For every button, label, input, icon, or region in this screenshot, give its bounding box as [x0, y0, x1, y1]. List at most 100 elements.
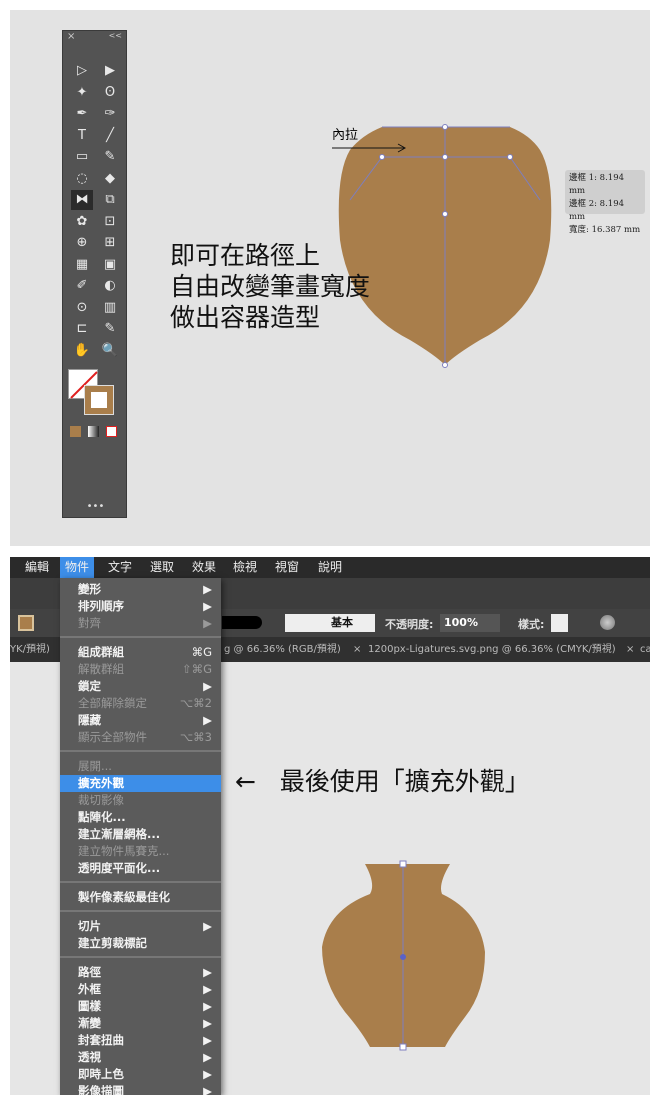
- tool-icon[interactable]: ⊙: [71, 298, 93, 318]
- tool-icon[interactable]: ◆: [99, 169, 121, 189]
- menu-item[interactable]: 組成群組 ⌘G: [60, 644, 221, 661]
- bottom-screenshot-panel: 編輯 物件 文字 選取 效果 檢視 視窗 說明 基本 不透明度: 100% 樣式: YK/預視…: [10, 557, 650, 1095]
- menu-item[interactable]: 裁切影像: [60, 792, 221, 809]
- submenu-arrow-icon: ▶: [203, 599, 212, 613]
- tooltip-line: 邊框 1: 8.194 mm: [569, 173, 625, 196]
- menu-7[interactable]: 說明: [313, 557, 347, 578]
- gradient-mode-icon[interactable]: [88, 426, 99, 437]
- tool-icon[interactable]: ◌: [71, 169, 93, 189]
- menu-item[interactable]: 建立剪裁標記: [60, 935, 221, 952]
- tool-icon[interactable]: ▶: [99, 61, 121, 81]
- object-type-icon[interactable]: [18, 615, 34, 631]
- menu-item-label: 對齊: [78, 616, 101, 630]
- stroke-swatch[interactable]: [84, 385, 114, 415]
- menu-separator: [60, 636, 221, 638]
- tool-icon[interactable]: ʘ: [99, 83, 121, 103]
- tool-icon[interactable]: ✎: [99, 319, 121, 339]
- menu-item[interactable]: 展開...: [60, 758, 221, 775]
- tool-icon[interactable]: 🔍: [99, 341, 121, 361]
- style-swatch[interactable]: [551, 614, 568, 632]
- menu-3[interactable]: 選取: [145, 557, 179, 578]
- menu-item[interactable]: 透視 ▶: [60, 1049, 221, 1066]
- menu-item-label: 影像描圖: [78, 1084, 124, 1095]
- tool-icon[interactable]: ✐: [71, 276, 93, 296]
- tool-icon[interactable]: ▣: [99, 255, 121, 275]
- tab[interactable]: YK/預視): [10, 637, 50, 662]
- tool-icon[interactable]: ✑: [99, 104, 121, 124]
- menu-item-label: 建立漸層網格...: [78, 827, 161, 841]
- submenu-arrow-icon: ▶: [203, 1050, 212, 1064]
- menu-1[interactable]: 物件: [60, 557, 95, 578]
- menu-item-label: 切片: [78, 919, 101, 933]
- menu-item[interactable]: 顯示全部物件 ⌥⌘3: [60, 729, 221, 746]
- menu-item-label: 顯示全部物件: [78, 730, 147, 744]
- menu-item[interactable]: 建立漸層網格...: [60, 826, 221, 843]
- color-mode-icon[interactable]: [70, 426, 81, 437]
- close-icon[interactable]: ×: [67, 31, 75, 42]
- tool-icon[interactable]: ▦: [71, 255, 93, 275]
- tool-icon[interactable]: ✿: [71, 212, 93, 232]
- submenu-arrow-icon: ▶: [203, 1067, 212, 1081]
- tool-icon[interactable]: ▭: [71, 147, 93, 167]
- tool-icon[interactable]: ◐: [99, 276, 121, 296]
- menu-item[interactable]: 對齊 ▶: [60, 615, 221, 632]
- recolor-icon[interactable]: [600, 615, 615, 630]
- menu-4[interactable]: 效果: [187, 557, 221, 578]
- menu-item[interactable]: 鎖定 ▶: [60, 678, 221, 695]
- menu-item[interactable]: 點陣化...: [60, 809, 221, 826]
- menu-item[interactable]: 製作像素級最佳化: [60, 889, 221, 906]
- none-mode-icon[interactable]: [106, 426, 117, 437]
- collapse-icon[interactable]: <<: [109, 31, 122, 40]
- menu-item[interactable]: 透明度平面化...: [60, 860, 221, 877]
- menu-6[interactable]: 視窗: [270, 557, 304, 578]
- menu-5[interactable]: 檢視: [228, 557, 262, 578]
- tab[interactable]: ca: [640, 637, 650, 662]
- menu-item[interactable]: 封套扭曲 ▶: [60, 1032, 221, 1049]
- tab[interactable]: g @ 66.36% (RGB/預視): [224, 637, 341, 662]
- tool-icon[interactable]: T: [71, 126, 93, 146]
- caption: ← 最後使用「擴充外觀」: [235, 762, 530, 798]
- tab-close-icon[interactable]: ×: [626, 637, 634, 662]
- tool-icon[interactable]: ⊞: [99, 233, 121, 253]
- stroke-profile-select[interactable]: 基本: [285, 614, 375, 632]
- tool-icon[interactable]: ▥: [99, 298, 121, 318]
- more-tools-icon[interactable]: •••: [63, 501, 128, 512]
- menu-item[interactable]: 全部解除鎖定 ⌥⌘2: [60, 695, 221, 712]
- tool-icon[interactable]: ⊏: [71, 319, 93, 339]
- menu-item-label: 變形: [78, 582, 101, 596]
- menu-item[interactable]: 擴充外觀: [60, 775, 221, 792]
- tab[interactable]: 1200px-Ligatures.svg.png @ 66.36% (CMYK/…: [368, 637, 616, 662]
- brush-preview[interactable]: [222, 616, 262, 629]
- tool-icon[interactable]: ⧓: [71, 190, 93, 210]
- tool-icon[interactable]: ✒: [71, 104, 93, 124]
- caption-text: 最後使用「擴充外觀」: [279, 767, 530, 796]
- tool-icon[interactable]: ✎: [99, 147, 121, 167]
- submenu-arrow-icon: ▶: [203, 582, 212, 596]
- menu-0[interactable]: 編輯: [20, 557, 54, 578]
- menu-item[interactable]: 外框 ▶: [60, 981, 221, 998]
- tool-icon[interactable]: ⊡: [99, 212, 121, 232]
- menu-item[interactable]: 路徑 ▶: [60, 964, 221, 981]
- tool-icon[interactable]: ╱: [99, 126, 121, 146]
- menu-item[interactable]: 圖樣 ▶: [60, 998, 221, 1015]
- opacity-input[interactable]: 100%: [440, 614, 500, 632]
- menu-item[interactable]: 變形 ▶: [60, 581, 221, 598]
- menu-item-label: 封套扭曲: [78, 1033, 124, 1047]
- menu-item[interactable]: 解散群組 ⇧⌘G: [60, 661, 221, 678]
- menu-item[interactable]: 建立物件馬賽克...: [60, 843, 221, 860]
- tool-icon[interactable]: ▷: [71, 61, 93, 81]
- menu-item[interactable]: 排列順序 ▶: [60, 598, 221, 615]
- menu-item[interactable]: 切片 ▶: [60, 918, 221, 935]
- menu-separator: [60, 956, 221, 958]
- tool-icon[interactable]: ✋: [71, 341, 93, 361]
- tool-icon[interactable]: ⧉: [99, 190, 121, 210]
- tool-icon[interactable]: ✦: [71, 83, 93, 103]
- menu-item[interactable]: 漸變 ▶: [60, 1015, 221, 1032]
- menu-item[interactable]: 隱藏 ▶: [60, 712, 221, 729]
- menu-2[interactable]: 文字: [103, 557, 137, 578]
- menu-item-label: 透視: [78, 1050, 101, 1064]
- menu-item[interactable]: 即時上色 ▶: [60, 1066, 221, 1083]
- tab-close-icon[interactable]: ×: [353, 637, 361, 662]
- tool-icon[interactable]: ⊕: [71, 233, 93, 253]
- menu-item[interactable]: 影像描圖 ▶: [60, 1083, 221, 1095]
